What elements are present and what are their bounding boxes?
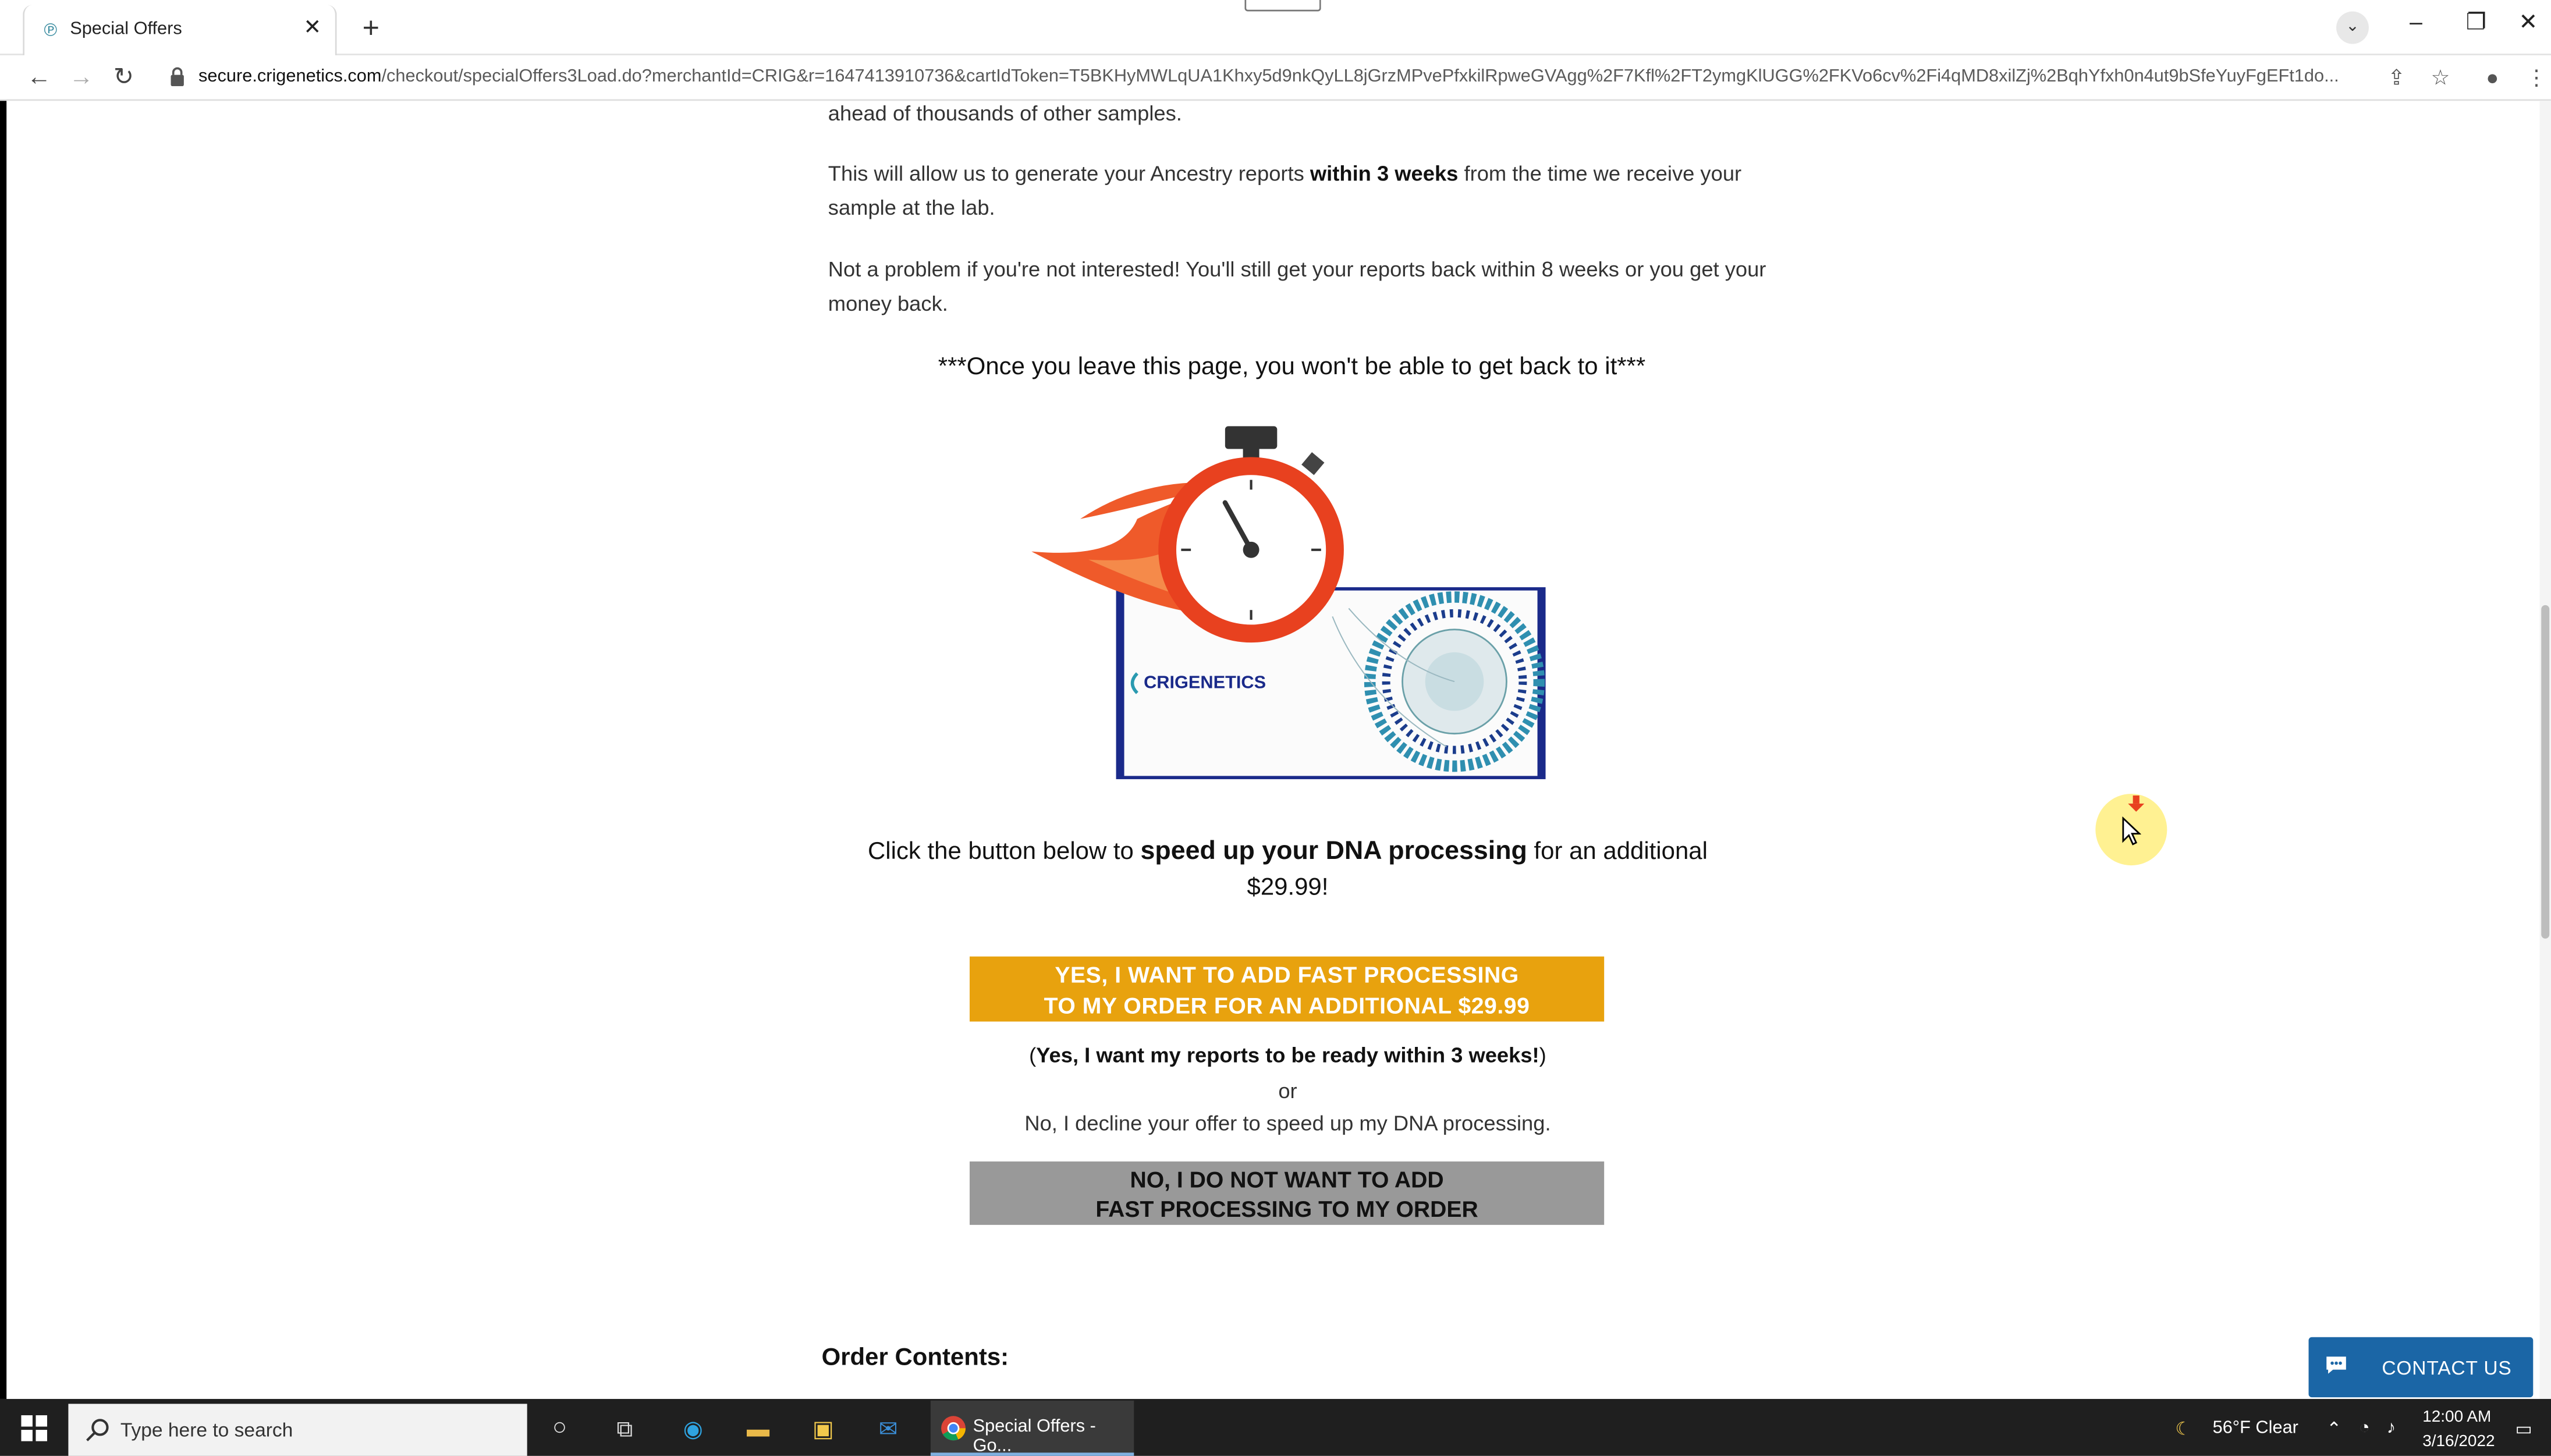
store-icon[interactable]: ▣ [806, 1411, 841, 1446]
yes-note-paren-close: ) [1539, 1042, 1546, 1067]
share-icon[interactable]: ⇪ [2382, 63, 2411, 93]
clock-date[interactable]: 3/16/2022 [2422, 1433, 2495, 1451]
contact-us-label: CONTACT US [2382, 1356, 2512, 1380]
scrollbar-thumb[interactable] [2541, 605, 2550, 939]
cursor-marker-icon [2128, 795, 2145, 812]
fast-processing-image: CRIGENETICS [1031, 426, 1546, 779]
add-fast-processing-button[interactable]: YES, I WANT TO ADD FAST PROCESSING TO MY… [969, 956, 1605, 1022]
tab-search-button[interactable]: ⌄ [2336, 11, 2369, 44]
forward-button[interactable]: → [65, 62, 98, 94]
network-icon[interactable]: ◔ [2359, 1419, 2370, 1439]
chrome-task-label: Special Offers - Go... [973, 1416, 1096, 1456]
tab-strip: ℗ Special Offers ✕ + ⌄ – ❐ ✕ [0, 0, 2551, 56]
yes-note-bold: Yes, I want my reports to be ready withi… [1036, 1042, 1539, 1067]
hero-brand-text: CRIGENETICS [1144, 672, 1266, 692]
url-path: /checkout/specialOffers3Load.do?merchant… [381, 66, 2339, 87]
page-viewport: ahead of thousands of other samples. Thi… [0, 101, 2551, 1399]
paragraph-turnaround: This will allow us to generate your Ance… [828, 156, 1772, 224]
chrome-taskbar-button[interactable]: Special Offers - Go... [930, 1400, 1134, 1456]
clock-time[interactable]: 12:00 AM [2422, 1409, 2491, 1427]
notifications-icon[interactable]: ▭ [2515, 1419, 2532, 1440]
yes-button-line1: YES, I WANT TO ADD FAST PROCESSING [1055, 961, 1519, 988]
text-line-top: ahead of thousands of other samples. [828, 101, 1182, 126]
no-button-line2: FAST PROCESSING TO MY ORDER [1095, 1195, 1478, 1222]
cta-bold: speed up your DNA processing [1140, 837, 1527, 866]
paragraph-bold: within 3 weeks [1310, 161, 1459, 186]
new-tab-button[interactable]: + [354, 12, 387, 44]
yes-note-paren-open: ( [1029, 1042, 1037, 1067]
cortana-icon[interactable]: ○ [542, 1411, 577, 1446]
mouse-cursor-icon [2122, 816, 2141, 846]
bookmark-star-icon[interactable]: ☆ [2426, 63, 2455, 93]
contact-us-button[interactable]: CONTACT US [2308, 1337, 2534, 1398]
search-placeholder: Type here to search [120, 1418, 293, 1441]
lock-icon [171, 67, 184, 87]
close-tab-icon[interactable]: ✕ [299, 15, 325, 41]
leave-page-warning: ***Once you leave this page, you won't b… [938, 353, 1646, 381]
url-host: secure.crigenetics.com [198, 66, 382, 87]
chat-bubble-icon [2326, 1356, 2346, 1374]
back-button[interactable]: ← [23, 62, 55, 94]
weather-text[interactable]: 56°F Clear [2213, 1419, 2298, 1439]
minimize-button[interactable]: – [2392, 3, 2440, 39]
paragraph-text: This will allow us to generate your Ance… [828, 161, 1310, 186]
yes-note: (Yes, I want my reports to be ready with… [828, 1043, 1747, 1067]
reload-button[interactable]: ↻ [107, 62, 140, 94]
weather-moon-icon: ☾ [2175, 1420, 2191, 1440]
cta-text-end: for an additional [1527, 837, 1708, 866]
cta-description: Click the button below to speed up your … [828, 831, 1747, 873]
browser-toolbar: ← → ↻ secure.crigenetics.com/checkout/sp… [0, 55, 2551, 101]
profile-icon[interactable]: ● [2478, 63, 2507, 93]
edge-icon[interactable]: ◉ [675, 1411, 711, 1446]
cta-text: Click the button below to [868, 837, 1141, 866]
yes-button-line2: TO MY ORDER FOR AN ADDITIONAL $29.99 [1044, 992, 1530, 1018]
paragraph-not-interested: Not a problem if you're not interested! … [828, 257, 1766, 316]
no-button-line1: NO, I DO NOT WANT TO ADD [1130, 1166, 1444, 1192]
chrome-icon [941, 1416, 966, 1441]
taskbar-search-input[interactable]: Type here to search [68, 1404, 527, 1456]
close-window-button[interactable]: ✕ [2504, 3, 2551, 39]
vertical-scrollbar[interactable] [2539, 101, 2551, 1399]
decline-fast-processing-button[interactable]: NO, I DO NOT WANT TO ADD FAST PROCESSING… [969, 1161, 1605, 1225]
restore-button[interactable]: ❐ [2452, 3, 2501, 39]
address-bar[interactable]: secure.crigenetics.com/checkout/specialO… [198, 67, 2371, 87]
menu-icon[interactable]: ⋮ [2522, 63, 2551, 93]
tab-title: Special Offers [70, 19, 182, 40]
decline-text: No, I decline your offer to speed up my … [1024, 1111, 1551, 1136]
file-explorer-icon[interactable]: ▬ [740, 1411, 776, 1446]
site-favicon-icon: ℗ [44, 21, 58, 41]
browser-tab[interactable]: ℗ Special Offers ✕ [23, 5, 337, 56]
screen-notch [1244, 0, 1321, 12]
volume-icon[interactable]: ♪ [2387, 1419, 2396, 1439]
task-view-icon[interactable]: ⧉ [607, 1411, 643, 1446]
search-icon [86, 1419, 109, 1441]
mail-icon[interactable]: ✉ [870, 1411, 906, 1446]
windows-taskbar: Type here to search ○ ⧉ ◉ ▬ ▣ ✉ Special … [0, 1398, 2551, 1456]
order-contents-heading: Order Contents: [821, 1343, 1009, 1372]
show-hidden-icons-icon[interactable]: ⌃ [2326, 1419, 2341, 1440]
or-separator: or [1278, 1078, 1297, 1103]
windows-start-icon[interactable] [21, 1415, 48, 1441]
offer-price: $29.99! [1247, 873, 1329, 901]
